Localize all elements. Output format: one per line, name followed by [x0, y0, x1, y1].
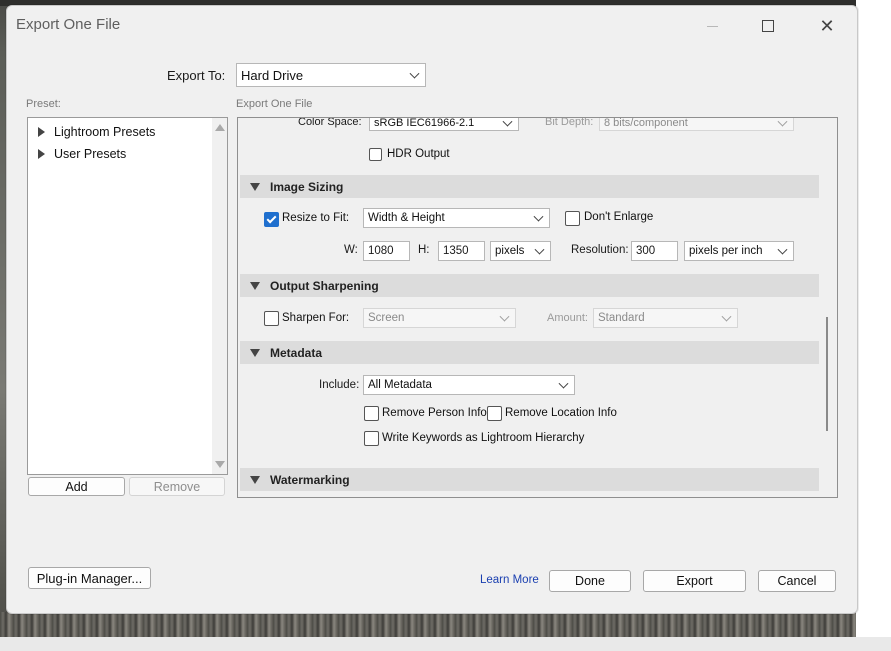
- background-bottom-strip: [0, 637, 891, 651]
- export-dialog: Export One File ✕ Export To: Hard Drive …: [6, 5, 858, 614]
- resize-mode-select[interactable]: Width & Height: [363, 208, 550, 228]
- hdr-output-label: HDR Output: [387, 148, 450, 160]
- include-select[interactable]: All Metadata: [363, 375, 575, 395]
- close-button[interactable]: ✕: [807, 12, 847, 40]
- chevron-down-icon: [499, 311, 510, 322]
- preset-item-label: Lightroom Presets: [54, 125, 156, 139]
- done-button[interactable]: Done: [549, 570, 631, 592]
- maximize-icon: [762, 20, 774, 32]
- metadata-header[interactable]: Metadata: [240, 341, 819, 364]
- remove-preset-button[interactable]: Remove: [129, 477, 225, 496]
- watermarking-header[interactable]: Watermarking: [240, 468, 819, 491]
- settings-scrollbar[interactable]: [826, 317, 828, 431]
- resize-to-fit-checkbox[interactable]: [264, 212, 279, 227]
- include-value: All Metadata: [368, 379, 432, 391]
- background-right-edge: [856, 0, 891, 651]
- collapse-arrow-icon: [250, 182, 260, 191]
- amount-value: Standard: [598, 312, 645, 324]
- bit-depth-select[interactable]: 8 bits/component: [599, 117, 794, 131]
- resize-mode-value: Width & Height: [368, 212, 445, 224]
- dont-enlarge-checkbox[interactable]: [565, 211, 580, 226]
- preset-list: Lightroom Presets User Presets: [27, 117, 228, 475]
- panel-label: Export One File: [236, 98, 313, 110]
- sharpen-for-label: Sharpen For:: [282, 312, 350, 324]
- chevron-down-icon: [533, 211, 544, 222]
- units-select[interactable]: pixels: [490, 241, 551, 261]
- chevron-down-icon: [558, 378, 569, 389]
- add-preset-button[interactable]: Add: [28, 477, 125, 496]
- bit-depth-value: 8 bits/component: [604, 117, 688, 129]
- color-space-label: Color Space:: [298, 117, 362, 128]
- export-button[interactable]: Export: [643, 570, 746, 592]
- color-space-value: sRGB IEC61966-2.1: [374, 117, 475, 129]
- resolution-units-select[interactable]: pixels per inch: [684, 241, 794, 261]
- expand-arrow-icon: [38, 149, 45, 159]
- height-input[interactable]: 1350: [438, 241, 485, 261]
- export-to-label: Export To:: [167, 68, 226, 83]
- preset-scrollbar[interactable]: [212, 118, 227, 474]
- plugin-manager-button[interactable]: Plug-in Manager...: [28, 567, 151, 589]
- scroll-up-icon[interactable]: [215, 124, 225, 131]
- resolution-units-value: pixels per inch: [689, 245, 763, 257]
- chevron-down-icon: [502, 118, 513, 127]
- section-title: Output Sharpening: [270, 278, 379, 293]
- minimize-icon: [706, 25, 718, 27]
- sharpen-for-value: Screen: [368, 312, 405, 324]
- window-title: Export One File: [16, 16, 121, 33]
- hdr-output-checkbox[interactable]: [369, 148, 382, 161]
- section-title: Image Sizing: [270, 179, 344, 194]
- export-to-value: Hard Drive: [241, 67, 304, 83]
- image-sizing-header[interactable]: Image Sizing: [240, 175, 819, 198]
- units-value: pixels: [495, 245, 525, 257]
- chevron-down-icon: [409, 68, 420, 79]
- section-title: Metadata: [270, 345, 323, 360]
- maximize-button[interactable]: [748, 12, 788, 40]
- output-sharpening-header[interactable]: Output Sharpening: [240, 274, 819, 297]
- preset-label: Preset:: [26, 98, 61, 110]
- height-label: H:: [418, 244, 430, 256]
- collapse-arrow-icon: [250, 475, 260, 484]
- resize-to-fit-label: Resize to Fit:: [282, 212, 350, 224]
- preset-item-lightroom[interactable]: Lightroom Presets: [38, 125, 155, 139]
- export-to-select[interactable]: Hard Drive: [236, 63, 426, 87]
- color-space-select[interactable]: sRGB IEC61966-2.1: [369, 117, 519, 131]
- expand-arrow-icon: [38, 127, 45, 137]
- remove-person-info-label: Remove Person Info: [382, 407, 487, 419]
- dont-enlarge-label: Don't Enlarge: [584, 211, 654, 223]
- remove-location-info-checkbox[interactable]: [487, 406, 502, 421]
- scroll-down-icon[interactable]: [215, 461, 225, 468]
- bit-depth-label: Bit Depth:: [545, 117, 594, 128]
- chevron-down-icon: [721, 311, 732, 322]
- chevron-down-icon: [777, 244, 788, 255]
- resolution-label: Resolution:: [571, 244, 629, 256]
- cancel-button[interactable]: Cancel: [758, 570, 836, 592]
- close-icon: ✕: [819, 15, 835, 36]
- settings-panel: Color Space: sRGB IEC61966-2.1 Bit Depth…: [237, 117, 838, 498]
- chevron-down-icon: [777, 118, 788, 127]
- section-title: Watermarking: [270, 472, 350, 487]
- write-keywords-checkbox[interactable]: [364, 431, 379, 446]
- learn-more-link[interactable]: Learn More: [480, 574, 539, 586]
- include-label: Include:: [319, 379, 360, 391]
- width-input[interactable]: 1080: [363, 241, 410, 261]
- resolution-input[interactable]: 300: [631, 241, 678, 261]
- write-keywords-label: Write Keywords as Lightroom Hierarchy: [382, 432, 585, 444]
- preset-item-user[interactable]: User Presets: [38, 147, 126, 161]
- preset-item-label: User Presets: [54, 147, 127, 161]
- amount-select[interactable]: Standard: [593, 308, 738, 328]
- amount-label: Amount:: [547, 312, 588, 324]
- collapse-arrow-icon: [250, 348, 260, 357]
- remove-location-info-label: Remove Location Info: [505, 407, 617, 419]
- sharpen-for-select[interactable]: Screen: [363, 308, 516, 328]
- chevron-down-icon: [534, 244, 545, 255]
- collapse-arrow-icon: [250, 281, 260, 290]
- width-label: W:: [344, 244, 358, 256]
- sharpen-for-checkbox[interactable]: [264, 311, 279, 326]
- minimize-button[interactable]: [692, 12, 732, 40]
- remove-person-info-checkbox[interactable]: [364, 406, 379, 421]
